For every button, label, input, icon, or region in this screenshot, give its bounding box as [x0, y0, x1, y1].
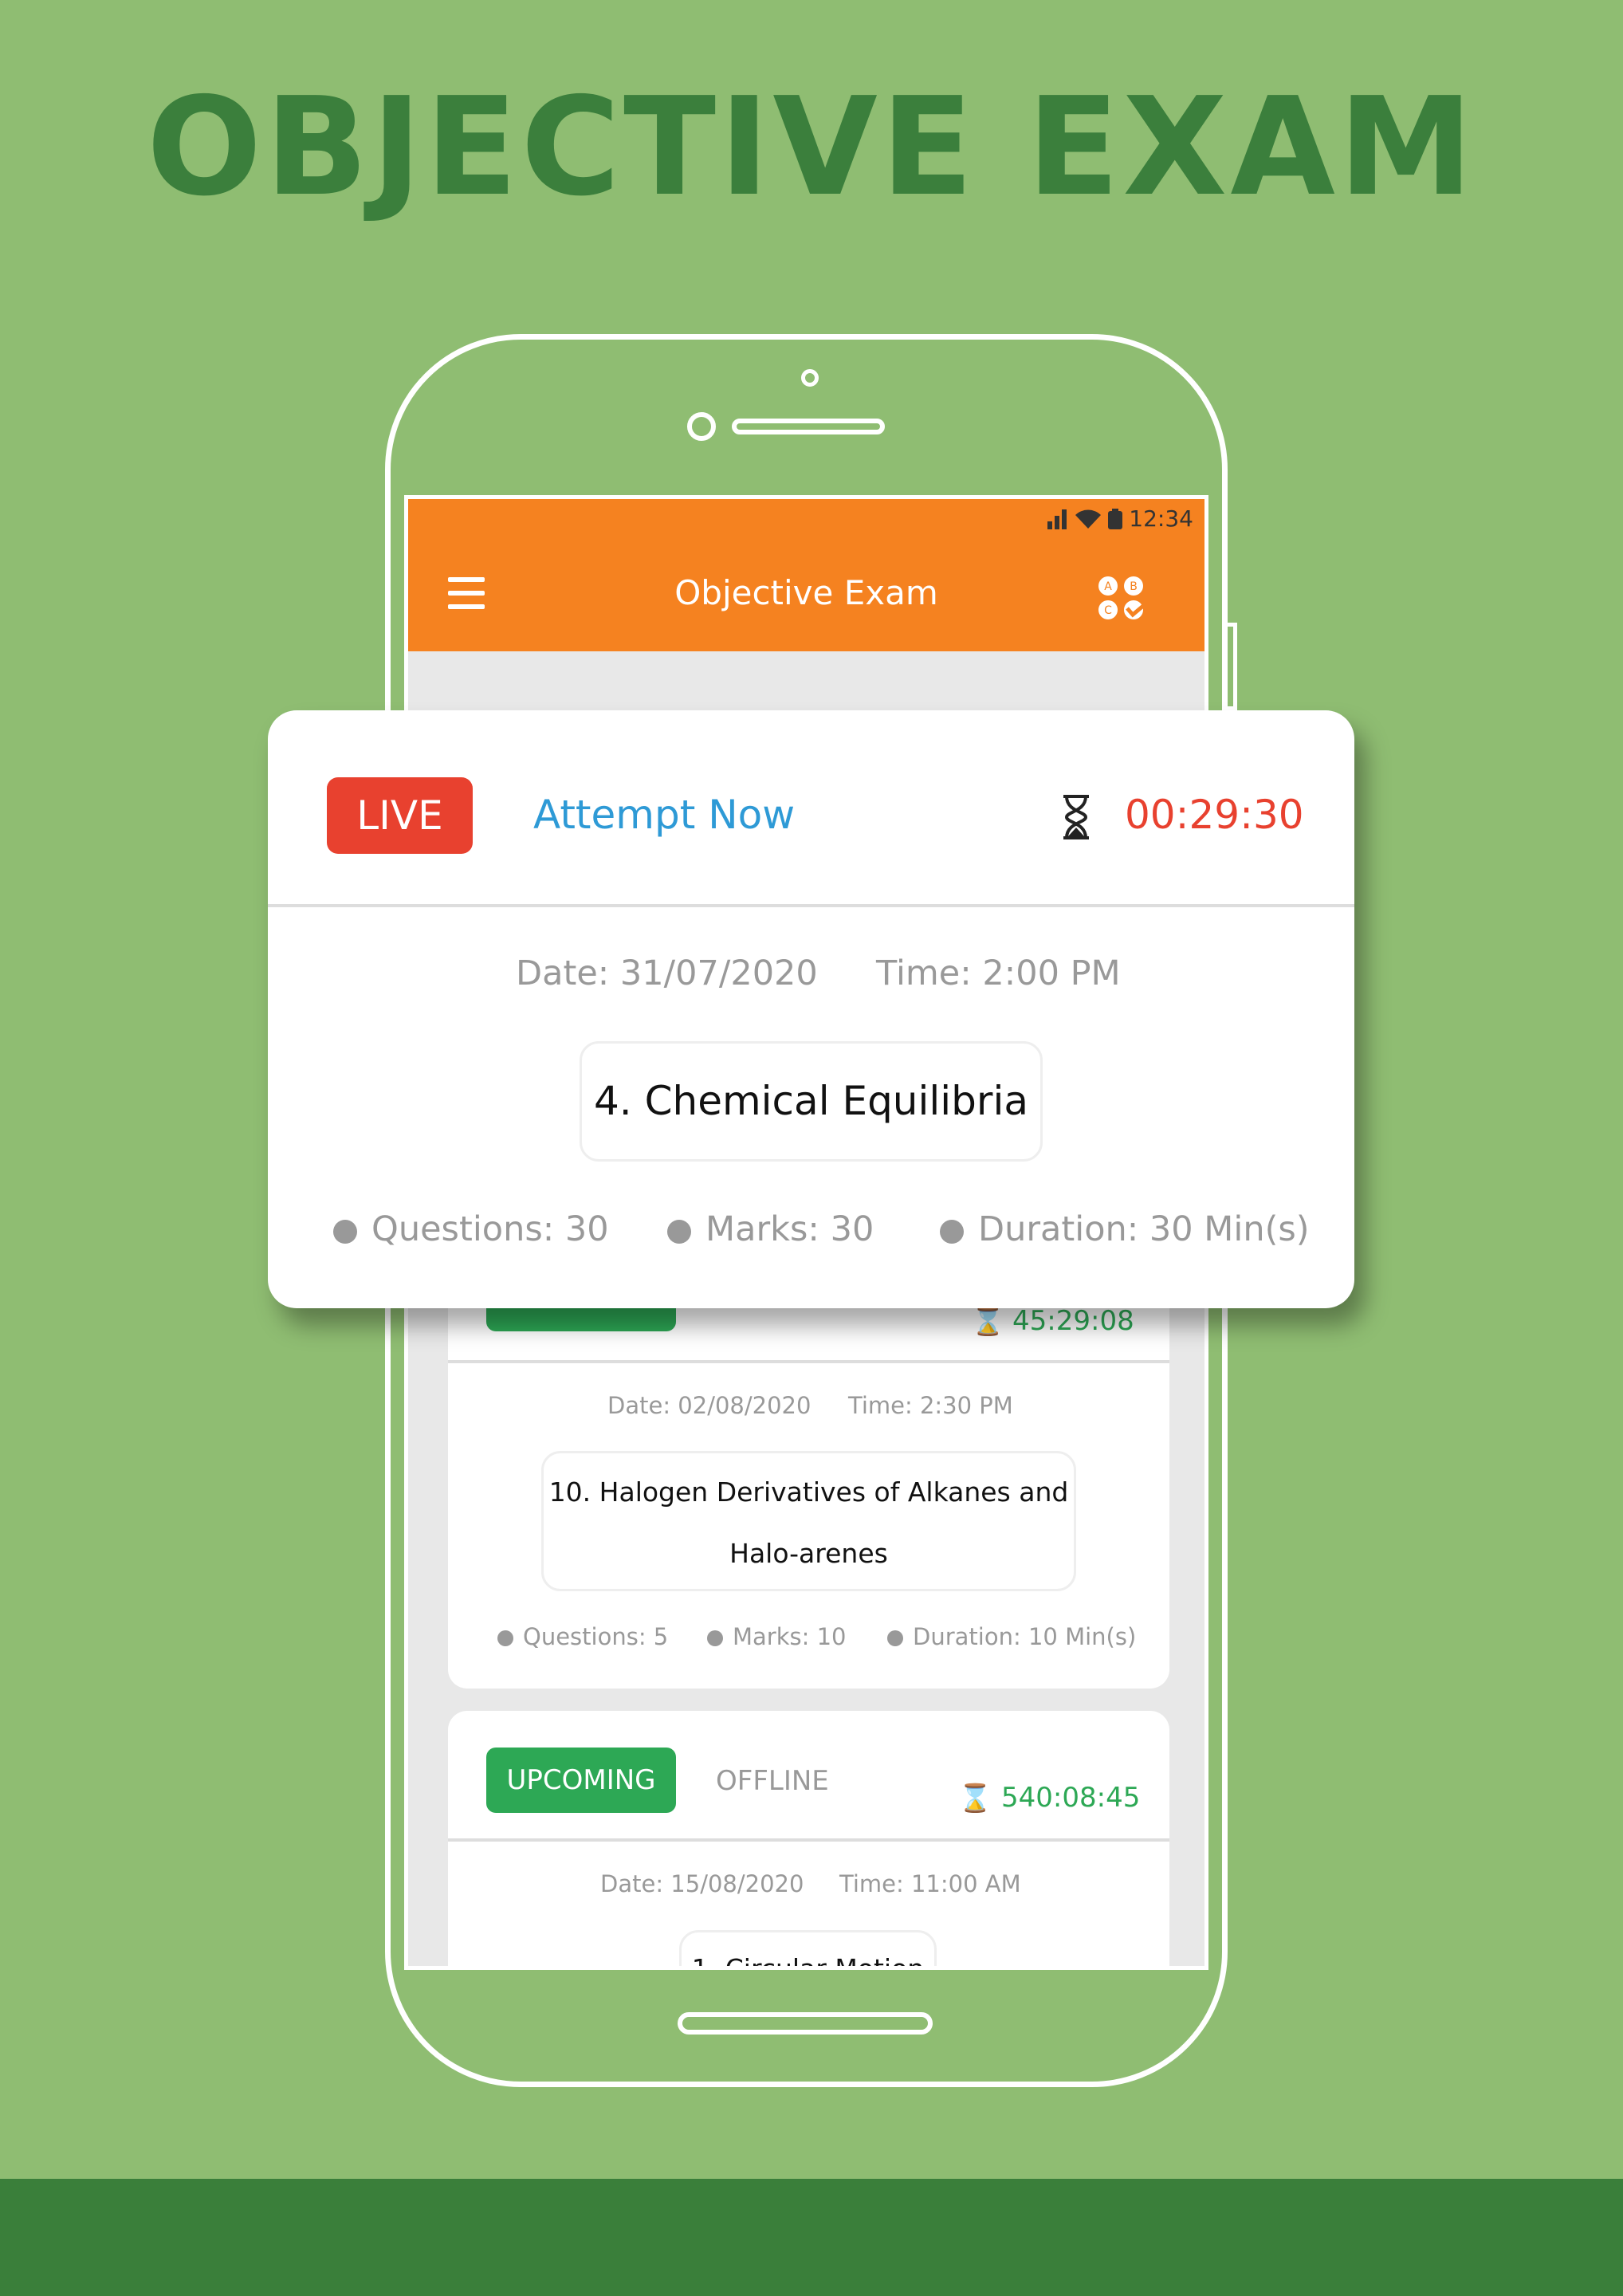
questions-label: Questions: 30: [371, 1209, 609, 1249]
abc-quiz-icon[interactable]: A B C: [1095, 575, 1151, 621]
marks-label: Marks: 30: [705, 1209, 874, 1249]
countdown-timer: 00:29:30: [1125, 792, 1304, 838]
divider: [268, 904, 1354, 907]
countdown-timer: 45:29:08: [1012, 1305, 1134, 1337]
duration-info: Duration: 30 Min(s): [940, 1209, 1310, 1249]
app-title: Objective Exam: [674, 573, 938, 612]
speaker-icon: [732, 419, 885, 434]
featured-exam-card[interactable]: LIVE Attempt Now 00:29:30 Date: 31/07/20…: [268, 710, 1354, 1308]
exam-card[interactable]: UPCOMING OFFLINE ⌛ 540:08:45 Date: 15/08…: [448, 1711, 1169, 1966]
exam-time: Time: 2:30 PM: [848, 1392, 1013, 1419]
app-bar: 12:34 Objective Exam A B C: [408, 499, 1204, 651]
hourglass-icon: ⌛: [958, 1783, 992, 1814]
questions-label: Questions: 5: [523, 1623, 669, 1650]
exam-subject: 4. Chemical Equilibria: [580, 1041, 1043, 1162]
duration-info: Duration: 10 Min(s): [887, 1623, 1136, 1650]
questions-info: Questions: 5: [497, 1623, 668, 1650]
live-badge: LIVE: [327, 777, 473, 854]
home-button[interactable]: [678, 2012, 933, 2035]
headline: OBJECTIVE EXAM: [146, 69, 1477, 226]
attempt-now-link[interactable]: Attempt Now: [533, 792, 795, 838]
subject-line-2: Halo-arenes: [729, 1538, 888, 1569]
subject-line-1: 10. Halogen Derivatives of Alkanes and: [548, 1476, 1069, 1508]
exam-date: Date: 31/07/2020: [516, 953, 818, 993]
exam-time: Time: 11:00 AM: [839, 1870, 1021, 1897]
wifi-icon: [1075, 509, 1102, 529]
duration-label: Duration: 30 Min(s): [978, 1209, 1310, 1249]
camera-icon: [801, 369, 819, 387]
marks-label: Marks: 10: [733, 1623, 847, 1650]
phone-side-button: [1228, 623, 1237, 710]
hourglass-icon: ⌛: [971, 1306, 1005, 1338]
svg-text:A: A: [1104, 580, 1112, 593]
hourglass-icon: [1063, 795, 1089, 839]
divider: [448, 1360, 1169, 1363]
svg-text:C: C: [1104, 604, 1112, 617]
sensor-icon: [687, 412, 716, 441]
status-time: 12:34: [1129, 505, 1193, 532]
status-badge: UPCOMING: [486, 1748, 676, 1813]
marks-info: Marks: 30: [667, 1209, 874, 1249]
exam-date: Date: 15/08/2020: [600, 1870, 804, 1897]
bottom-band: [0, 2179, 1623, 2296]
exam-date: Date: 02/08/2020: [607, 1392, 812, 1419]
marks-info: Marks: 10: [707, 1623, 847, 1650]
exam-mode: OFFLINE: [716, 1765, 829, 1797]
status-bar: 12:34: [1047, 505, 1193, 532]
duration-label: Duration: 10 Min(s): [913, 1623, 1137, 1650]
divider: [448, 1838, 1169, 1842]
countdown-timer: 540:08:45: [1001, 1782, 1141, 1814]
exam-time: Time: 2:00 PM: [876, 953, 1121, 993]
exam-subject: 1. Circular Motion: [679, 1930, 937, 1966]
exam-subject: 10. Halogen Derivatives of Alkanes and H…: [541, 1451, 1076, 1591]
signal-icon: [1047, 509, 1067, 529]
questions-info: Questions: 30: [333, 1209, 609, 1249]
svg-text:B: B: [1130, 580, 1138, 593]
battery-icon: [1108, 508, 1123, 529]
